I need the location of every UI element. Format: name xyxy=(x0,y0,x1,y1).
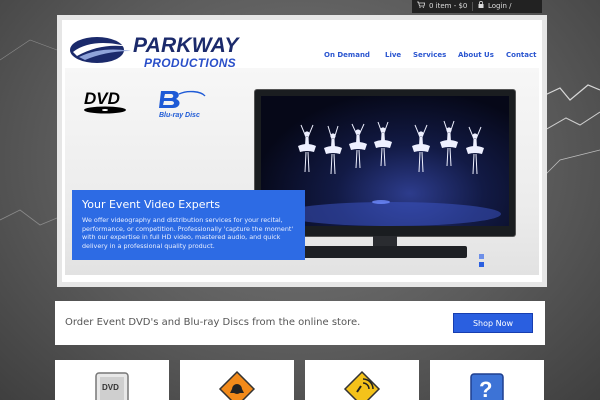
svg-text:?: ? xyxy=(479,377,492,400)
swoosh-icon xyxy=(70,37,131,63)
main-panel: PARKWAY PRODUCTIONS On Demand Live Servi… xyxy=(57,15,547,287)
bluray-logo-text: Blu-ray Disc xyxy=(159,112,200,119)
dvd-logo-text: DVD xyxy=(84,89,120,108)
site-header: PARKWAY PRODUCTIONS On Demand Live Servi… xyxy=(62,20,542,75)
cart-summary: 0 item - $0 xyxy=(429,2,468,10)
bluray-logo: Blu-ray Disc xyxy=(155,88,210,124)
nav-item-contact[interactable]: Contact xyxy=(506,51,537,59)
feature-box-live[interactable] xyxy=(305,360,419,400)
question-mark-icon: ? xyxy=(470,373,504,400)
hero-slider: DVD Blu-ray Disc Your Event Video Expert… xyxy=(65,68,539,275)
nav-item-about-us[interactable]: About Us xyxy=(458,51,494,59)
tv-stand-base xyxy=(303,246,467,258)
utility-bar: 0 item - $0 Login / Register xyxy=(412,0,542,23)
order-banner: Order Event DVD's and Blu-ray Discs from… xyxy=(55,301,545,345)
slider-pager xyxy=(479,254,484,270)
hero-title: Your Event Video Experts xyxy=(82,198,221,211)
nav-item-services[interactable]: Services xyxy=(413,51,446,59)
lock-icon xyxy=(478,0,484,13)
hero-caption: Your Event Video Experts We offer videog… xyxy=(72,190,305,260)
dvd-case-icon: DVD xyxy=(95,372,129,400)
nav-item-live[interactable]: Live xyxy=(385,51,401,59)
order-text: Order Event DVD's and Blu-ray Discs from… xyxy=(65,317,361,328)
cart-link[interactable]: 0 item - $0 xyxy=(417,0,467,13)
live-broadcast-sign-icon xyxy=(343,370,381,400)
feature-box-faq[interactable]: ? xyxy=(430,360,544,400)
construction-sign-icon xyxy=(218,370,256,400)
brand-name: PARKWAY xyxy=(133,34,239,57)
dvd-logo: DVD xyxy=(83,88,133,120)
feature-box-dvd[interactable]: DVD xyxy=(55,360,169,400)
shop-now-button[interactable]: Shop Now xyxy=(453,313,533,333)
nav-item-on-demand[interactable]: On Demand xyxy=(324,51,370,59)
divider xyxy=(472,2,473,11)
feature-box-services[interactable] xyxy=(180,360,294,400)
brand-logo[interactable]: PARKWAY PRODUCTIONS xyxy=(69,30,269,72)
hero-description: We offer videography and distribution se… xyxy=(82,216,294,250)
slide-dot-2[interactable] xyxy=(479,262,484,267)
slide-dot-1[interactable] xyxy=(479,254,484,259)
cart-icon xyxy=(417,0,426,13)
svg-text:DVD: DVD xyxy=(102,383,119,392)
